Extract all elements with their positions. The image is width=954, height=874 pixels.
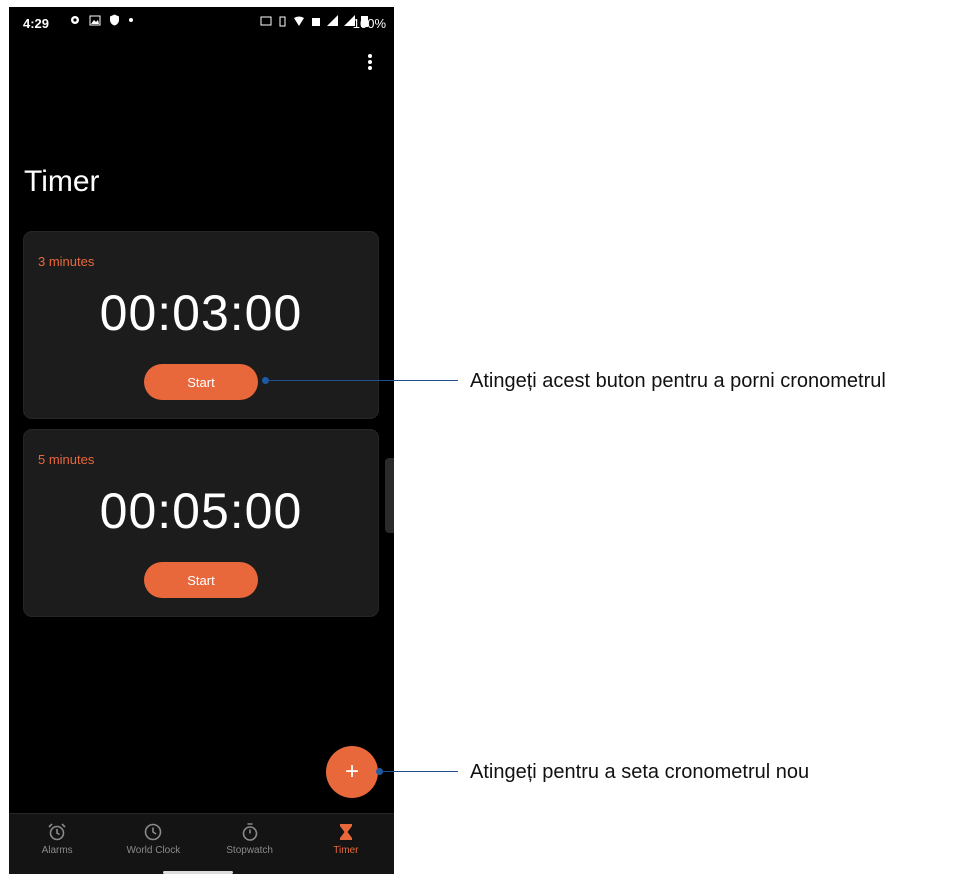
battery-percent: 100% [352,16,386,31]
nav-item-timer[interactable]: Timer [298,814,394,874]
edge-panel-handle[interactable] [385,458,394,533]
nav-item-alarms[interactable]: Alarms [9,814,105,874]
vibrate-icon [279,16,286,26]
stopwatch-icon [242,823,257,841]
start-button[interactable]: Start [144,364,258,400]
nav-label: World Clock [126,845,181,856]
start-button[interactable]: Start [144,562,258,598]
timer-card[interactable]: 3 minutes 00:03:00 Start [23,231,379,419]
hourglass-icon [339,824,352,840]
data-icon [312,18,320,26]
nav-item-world-clock[interactable]: World Clock [105,814,201,874]
clock-icon [145,823,162,841]
timer-label[interactable]: 5 minutes [38,452,94,467]
dot-icon [129,18,133,22]
timer-label[interactable]: 3 minutes [38,254,94,269]
nav-label: Timer [333,845,359,856]
timer-time: 00:05:00 [99,483,303,539]
callout-text-start: Atingeți acest buton pentru a porni cron… [470,370,886,392]
hd-voice-icon [260,16,272,25]
image-icon [89,15,101,25]
status-bar: 4:29 100% [9,7,394,41]
signal-icon [327,15,338,26]
bottom-nav: Alarms World Clock Stopwatch Timer [9,813,394,874]
more-vert-icon[interactable] [363,52,377,74]
wifi-icon [294,16,304,26]
timer-card[interactable]: 5 minutes 00:05:00 Start [23,429,379,617]
nav-item-stopwatch[interactable]: Stopwatch [202,814,298,874]
timer-time: 00:03:00 [99,285,303,341]
shield-icon [110,14,119,26]
gear-icon [71,16,79,24]
page-title: Timer [24,165,100,198]
callout-line [380,771,458,772]
status-time: 4:29 [23,16,50,31]
add-timer-button[interactable]: + [326,746,378,798]
nav-label: Alarms [41,845,73,856]
alarm-icon [48,823,66,841]
callout-line [266,380,458,381]
phone-screen: 4:29 100% Timer 3 minutes 00:03:00 Start… [9,7,394,874]
nav-label: Stopwatch [226,845,273,856]
callout-text-add: Atingeți pentru a seta cronometrul nou [470,761,810,783]
